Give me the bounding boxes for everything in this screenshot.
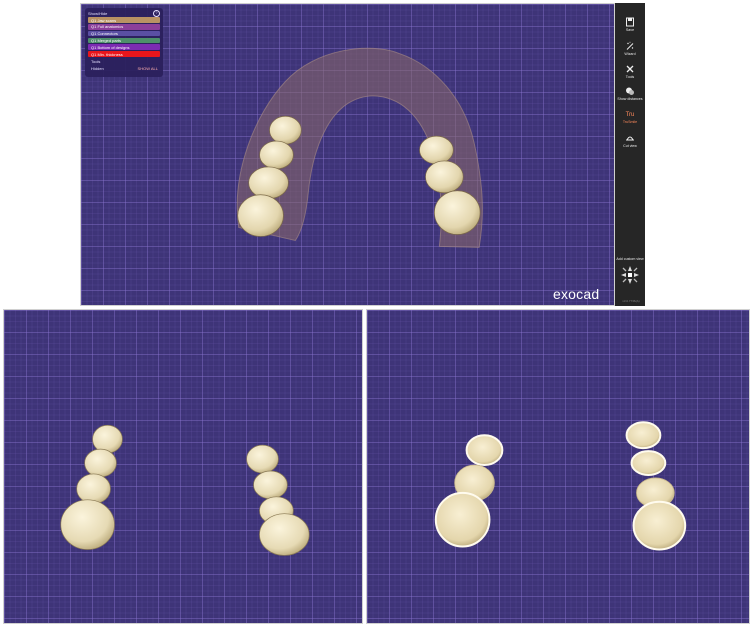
distances-icon bbox=[626, 87, 634, 95]
viewport-3d-anatomics[interactable] bbox=[3, 309, 363, 624]
view-navigator[interactable] bbox=[615, 264, 645, 286]
ruler-bottom-right bbox=[367, 609, 749, 623]
ruler-top bbox=[81, 291, 614, 305]
scene-restorations bbox=[434, 421, 687, 551]
right-toolbar: Save Wizard Tools Show distances Tru Tru… bbox=[615, 3, 645, 306]
trusmile-icon: Tru bbox=[626, 112, 635, 118]
save-button[interactable]: Save bbox=[615, 17, 645, 32]
svg-text:Tru: Tru bbox=[626, 112, 635, 118]
cut-view-button[interactable]: Cut view bbox=[615, 133, 645, 148]
wizard-icon bbox=[626, 41, 634, 50]
tools-button[interactable]: Tools bbox=[615, 64, 645, 79]
tools-icon bbox=[626, 65, 634, 73]
show-hide-header[interactable]: Show/Hide ? bbox=[88, 9, 160, 17]
trusmile-button[interactable]: Tru TruSmile bbox=[615, 109, 645, 124]
ruler-bottom-left bbox=[4, 609, 362, 623]
view-cube-icon bbox=[621, 266, 639, 284]
version-label: v3.0.7736(A) bbox=[622, 299, 640, 303]
show-hide-item-jaw-scans[interactable]: Q1 Jaw scans bbox=[88, 17, 160, 23]
show-hide-item-bottom-of-designs[interactable]: Q1 Bottom of designs bbox=[88, 44, 160, 50]
show-hide-hidden[interactable]: Hidden SHOW ALL bbox=[88, 65, 160, 71]
show-hide-item-full-anatomics[interactable]: Q1 Full anatomics bbox=[88, 24, 160, 30]
show-hide-item-min-thickness[interactable]: Q1 Min. thickness bbox=[88, 51, 160, 57]
add-custom-view[interactable]: Add custom view bbox=[615, 256, 645, 261]
cut-view-icon bbox=[626, 136, 634, 141]
scene-anatomics bbox=[60, 424, 310, 556]
show-hide-panel[interactable]: Show/Hide ? Q1 Jaw scans Q1 Full anatomi… bbox=[85, 8, 163, 77]
show-hide-item-connectors[interactable]: Q1 Connectors bbox=[88, 30, 160, 37]
wizard-button[interactable]: Wizard bbox=[615, 41, 645, 56]
show-distances-button[interactable]: Show distances bbox=[615, 86, 645, 101]
save-icon bbox=[626, 17, 634, 27]
viewport-3d-restorations[interactable] bbox=[366, 309, 750, 624]
show-all-button[interactable]: SHOW ALL bbox=[138, 66, 158, 71]
right-bridge-anatomics bbox=[246, 444, 310, 556]
help-icon[interactable]: ? bbox=[153, 9, 160, 17]
left-bridge-restoration bbox=[434, 434, 504, 548]
left-bridge-anatomics bbox=[60, 424, 123, 550]
show-hide-title: Show/Hide bbox=[88, 10, 108, 16]
right-bridge-restoration bbox=[625, 421, 687, 551]
show-hide-item-merged-parts[interactable]: Q1 Merged parts bbox=[88, 37, 160, 44]
exocad-logo: exocad bbox=[553, 286, 600, 302]
show-hide-tools[interactable]: Tools bbox=[88, 58, 160, 64]
